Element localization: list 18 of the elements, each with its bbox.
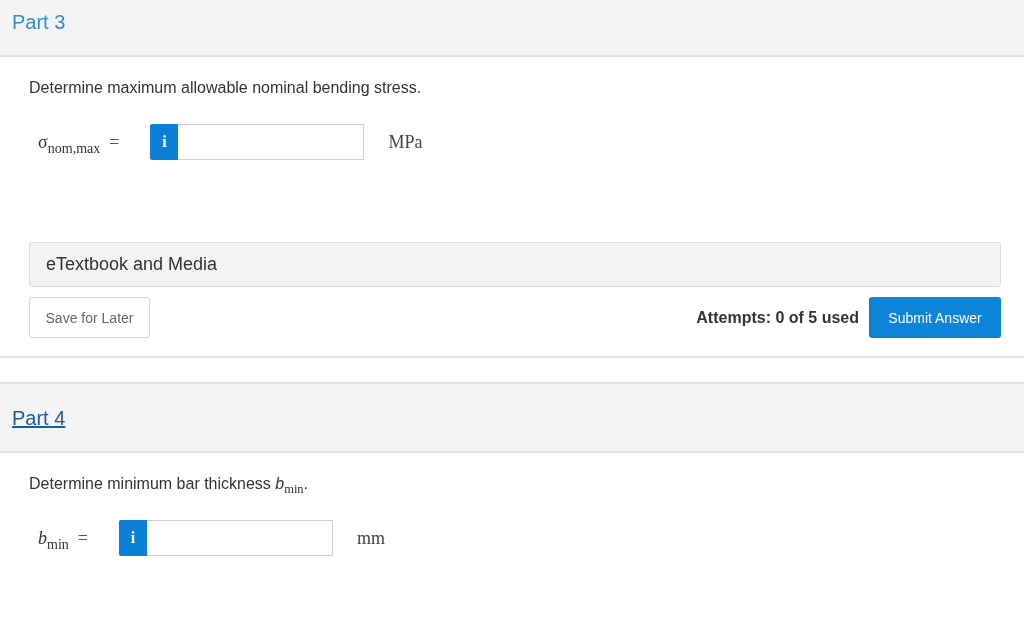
- submit-button[interactable]: Submit Answer: [869, 297, 1001, 338]
- unit-label: mm: [357, 527, 385, 549]
- info-button[interactable]: i: [150, 124, 179, 160]
- unit-label: MPa: [388, 131, 423, 153]
- answer-input[interactable]: [178, 124, 365, 160]
- part-title-link[interactable]: Part 3: [12, 9, 66, 34]
- answer-input[interactable]: [147, 520, 333, 556]
- attempts-text: Attempts: 0 of 5 used: [696, 308, 859, 327]
- resources-toggle[interactable]: eTextbook and Media: [29, 242, 1001, 287]
- save-button[interactable]: Save for Later: [29, 297, 150, 338]
- question-text: Determine minimum bar thickness b$_{min}$.: [29, 474, 310, 494]
- equals-sign: =: [109, 131, 120, 153]
- question-text: Determine maximum allowable nominal bending stress.: [29, 78, 423, 98]
- info-button[interactable]: i: [119, 520, 147, 556]
- equals-sign: =: [77, 527, 88, 549]
- part-title-link[interactable]: Part 4: [12, 405, 66, 430]
- variable-label: σ$_{nom,max}$: [38, 131, 101, 153]
- variable-label: b$_{min}$: [38, 527, 69, 549]
